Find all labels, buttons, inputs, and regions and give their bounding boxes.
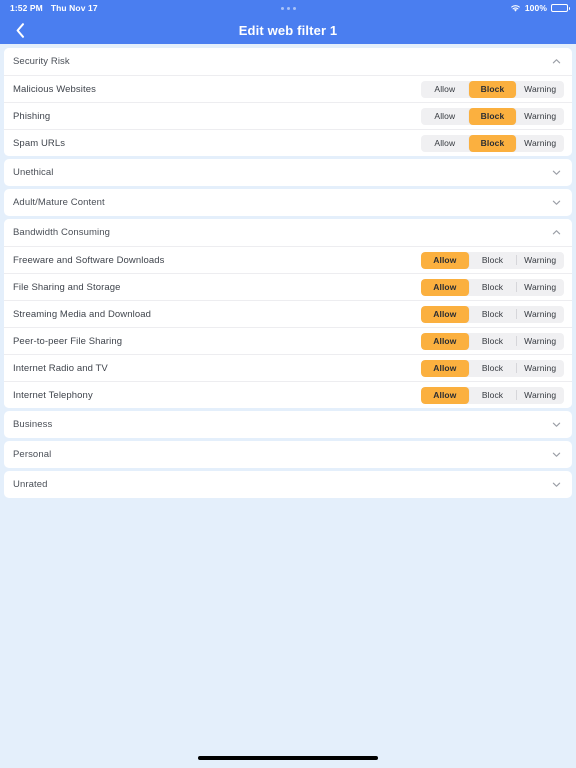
action-segmented-control[interactable]: Allow Block Warning: [421, 107, 564, 125]
category-row: Streaming Media and Download Allow Block Wa…: [4, 300, 572, 327]
action-segmented-control[interactable]: Allow Block Warning: [421, 332, 564, 350]
status-bar-left: 1:52 PM Thu Nov 17: [0, 3, 98, 13]
battery-icon: [551, 4, 570, 12]
segment-button-warning[interactable]: Warning: [516, 108, 564, 125]
category-label: Malicious Websites: [13, 83, 96, 95]
chevron-down-icon: [552, 170, 561, 175]
segment-button-block[interactable]: Block: [468, 107, 517, 125]
action-segmented-control[interactable]: Allow Block Warning: [421, 251, 564, 269]
category-label: Internet Radio and TV: [13, 362, 108, 374]
segment-button-allow[interactable]: Allow: [421, 332, 469, 350]
segment-button-allow[interactable]: Allow: [421, 278, 469, 296]
chevron-down-icon: [552, 452, 561, 457]
segment-button-allow[interactable]: Allow: [421, 108, 469, 125]
category-row: Spam URLs Allow Block Warning: [4, 129, 572, 156]
section-header-unrated[interactable]: Unrated: [4, 471, 572, 498]
dot-icon: [286, 6, 290, 10]
action-segmented-control[interactable]: Allow Block Warning: [421, 305, 564, 323]
action-segmented-control[interactable]: Allow Block Warning: [421, 278, 564, 296]
section-card: Business: [4, 411, 572, 438]
segment-button-block[interactable]: Block: [468, 80, 517, 98]
section-card: Bandwidth Consuming Freeware and Software…: [4, 219, 572, 408]
category-label: Streaming Media and Download: [13, 308, 151, 320]
category-row: Peer-to-peer File Sharing Allow Block Warni…: [4, 327, 572, 354]
category-row: Internet Radio and TV Allow Block Warning: [4, 354, 572, 381]
category-label: Freeware and Software Downloads: [13, 254, 165, 266]
section-header-adult-mature-content[interactable]: Adult/Mature Content: [4, 189, 572, 216]
segment-button-block[interactable]: Block: [469, 360, 517, 377]
status-bar-date: Thu Nov 17: [50, 3, 98, 13]
section-title: Personal: [13, 449, 52, 460]
category-row: Internet Telephony Allow Block Warning: [4, 381, 572, 408]
chevron-up-icon: [552, 230, 561, 235]
navigation-bar: Edit web filter 1: [0, 16, 576, 44]
section-title: Bandwidth Consuming: [13, 227, 110, 238]
wifi-icon: [511, 4, 520, 12]
section-title: Adult/Mature Content: [13, 197, 105, 208]
section-header-business[interactable]: Business: [4, 411, 572, 438]
section-card: Security Risk Malicious Websites Allow Bloc…: [4, 48, 572, 156]
section-title: Unethical: [13, 167, 54, 178]
section-header-bandwidth-consuming[interactable]: Bandwidth Consuming: [4, 219, 572, 246]
category-label: Peer-to-peer File Sharing: [13, 335, 123, 347]
section-header-personal[interactable]: Personal: [4, 441, 572, 468]
category-row: Phishing Allow Block Warning: [4, 102, 572, 129]
segment-button-warning[interactable]: Warning: [516, 135, 564, 152]
segment-button-warning[interactable]: Warning: [516, 306, 564, 323]
section-card: Adult/Mature Content: [4, 189, 572, 216]
chevron-up-icon: [552, 59, 561, 64]
section-header-unethical[interactable]: Unethical: [4, 159, 572, 186]
action-segmented-control[interactable]: Allow Block Warning: [421, 80, 564, 98]
segment-button-block[interactable]: Block: [469, 306, 517, 323]
segment-button-warning[interactable]: Warning: [516, 333, 564, 350]
segment-button-allow[interactable]: Allow: [421, 81, 469, 98]
dot-icon: [292, 6, 296, 10]
section-card: Unethical: [4, 159, 572, 186]
segment-button-allow[interactable]: Allow: [421, 386, 469, 404]
segment-button-warning[interactable]: Warning: [516, 252, 564, 269]
section-title: Business: [13, 419, 53, 430]
section-header-security-risk[interactable]: Security Risk: [4, 48, 572, 75]
segment-button-block[interactable]: Block: [469, 333, 517, 350]
home-indicator: [198, 756, 378, 760]
segment-button-allow[interactable]: Allow: [421, 135, 469, 152]
chevron-down-icon: [552, 482, 561, 487]
segment-button-allow[interactable]: Allow: [421, 359, 469, 377]
battery-percent-label: 100%: [524, 3, 547, 13]
category-row: Freeware and Software Downloads Allow Bloc…: [4, 246, 572, 273]
segment-button-allow[interactable]: Allow: [421, 305, 469, 323]
segment-button-warning[interactable]: Warning: [516, 387, 564, 404]
category-row: Malicious Websites Allow Block Warning: [4, 75, 572, 102]
segment-button-block[interactable]: Block: [469, 279, 517, 296]
category-row: File Sharing and Storage Allow Block Warnin…: [4, 273, 572, 300]
segment-button-block[interactable]: Block: [469, 252, 517, 269]
chevron-down-icon: [552, 422, 561, 427]
filter-sections-list[interactable]: Security Risk Malicious Websites Allow Bloc…: [0, 44, 576, 768]
category-label: Spam URLs: [13, 137, 66, 149]
category-label: Internet Telephony: [13, 389, 93, 401]
status-bar: 1:52 PM Thu Nov 17 100%: [0, 0, 576, 16]
segment-button-warning[interactable]: Warning: [516, 360, 564, 377]
category-label: Phishing: [13, 110, 51, 122]
segment-button-block[interactable]: Block: [469, 387, 517, 404]
segment-button-block[interactable]: Block: [468, 134, 517, 152]
category-label: File Sharing and Storage: [13, 281, 121, 293]
page-title: Edit web filter 1: [238, 22, 338, 38]
status-bar-right: 100%: [510, 0, 570, 16]
action-segmented-control[interactable]: Allow Block Warning: [421, 359, 564, 377]
action-segmented-control[interactable]: Allow Block Warning: [421, 134, 564, 152]
action-segmented-control[interactable]: Allow Block Warning: [421, 386, 564, 404]
dot-icon: [280, 6, 284, 10]
segment-button-warning[interactable]: Warning: [516, 81, 564, 98]
section-card: Unrated: [4, 471, 572, 498]
section-title: Unrated: [13, 479, 48, 490]
section-card: Personal: [4, 441, 572, 468]
segment-button-allow[interactable]: Allow: [421, 251, 469, 269]
chevron-down-icon: [552, 200, 561, 205]
section-title: Security Risk: [13, 56, 70, 67]
status-bar-time: 1:52 PM: [10, 3, 43, 13]
segment-button-warning[interactable]: Warning: [516, 279, 564, 296]
